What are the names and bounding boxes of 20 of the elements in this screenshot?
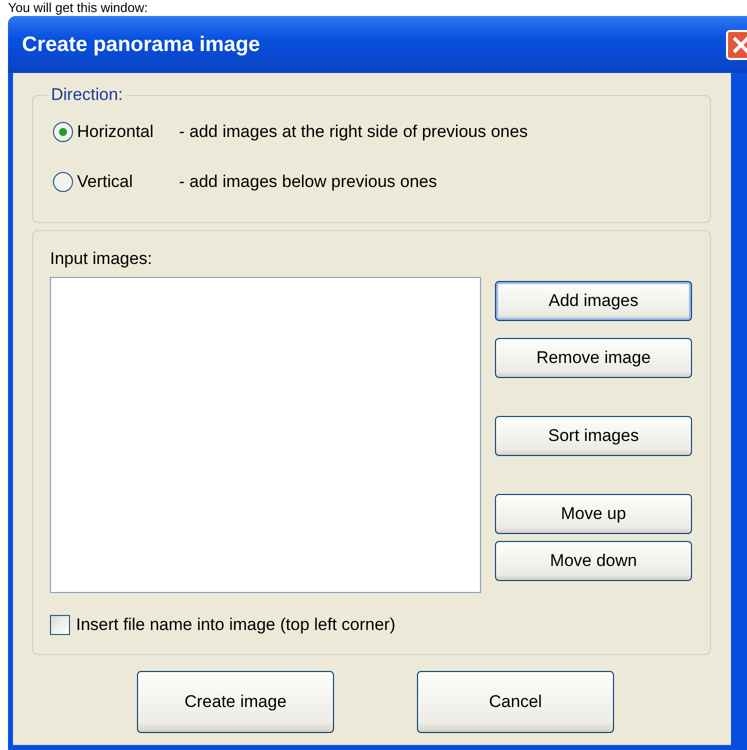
dialog-button[interactable]: Cancel [417, 671, 614, 733]
radio-description: - add images below previous ones [179, 172, 437, 192]
list-action-button[interactable]: Remove image [495, 338, 692, 378]
radio-button[interactable] [53, 122, 73, 142]
checkbox[interactable] [50, 615, 70, 635]
checkbox-label: Insert file name into image (top left corner) [76, 615, 396, 635]
close-button[interactable] [726, 30, 747, 60]
close-icon [731, 34, 747, 54]
radio-label: Vertical [77, 172, 134, 192]
list-action-button[interactable]: Move down [495, 541, 692, 581]
list-action-button[interactable]: Sort images [495, 416, 692, 456]
caption-text: You will get this window: [7, 0, 149, 16]
list-action-button[interactable]: Add images [495, 281, 692, 321]
list-label: Input images: [50, 249, 154, 269]
dialog-button[interactable]: Create image [137, 671, 334, 733]
window-title: Create panorama image [22, 32, 260, 56]
radio-label: Horizontal [77, 122, 155, 142]
radio-description: - add images at the right side of previous ones [179, 122, 528, 142]
radio-button[interactable] [53, 172, 73, 192]
list-action-button[interactable]: Move up [495, 494, 692, 534]
